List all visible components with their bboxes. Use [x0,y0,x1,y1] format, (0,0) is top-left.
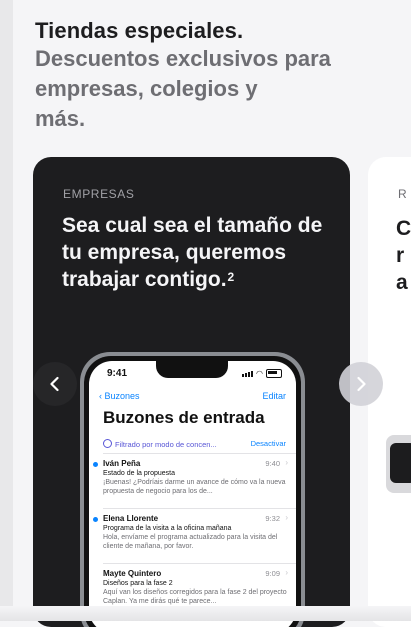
business-store-card[interactable]: EMPRESAS Sea cual sea el tamaño de tu em… [33,157,350,627]
status-icons: ◠ [242,369,282,378]
divider [103,563,296,564]
email-time: 9:32 [265,514,280,523]
signal-icon [242,370,254,377]
headline-line: a [396,271,408,294]
previous-slide-button[interactable] [33,362,77,406]
email-sender: Iván Peña [103,459,141,468]
page-bottom-edge [0,606,411,621]
email-preview: ¡Buenas! ¿Podríais darme un avance de có… [103,479,286,495]
next-slide-button[interactable] [339,362,383,406]
card-eyebrow: EMPRESAS [63,187,135,201]
chevron-left-icon [50,376,59,392]
filter-label: Filtrado por modo de concen... [103,439,217,449]
phone-notch [156,361,228,378]
back-label: Buzones [104,391,140,401]
email-preview: Aquí van los diseños corregidos para la … [103,589,287,605]
subtitle-line: Descuentos exclusivos para [35,46,331,71]
email-subject: Programa de la visita a la oficina mañan… [103,525,232,532]
email-time: 9:40 [265,459,280,468]
email-item: Mayte Quintero 9:09 › Diseños para la fa… [103,568,288,606]
battery-icon [266,369,282,378]
footnote-marker: 2 [227,270,235,284]
card-eyebrow: R [398,187,407,201]
email-item: Iván Peña 9:40 › Estado de la propuesta … [93,458,288,496]
email-time: 9:09 [265,569,280,578]
section-header: Tiendas especiales. Descuentos exclusivo… [35,18,365,134]
email-subject: Diseños para la fase 2 [103,580,173,587]
filter-text: Filtrado por modo de concen... [115,440,217,449]
filter-deactivate: Desactivar [250,439,286,448]
headline-text: trabajar contigo. [62,268,227,291]
chevron-right-icon: › [285,513,288,522]
unread-dot [93,517,98,522]
divider [103,453,296,454]
focus-icon [103,439,112,448]
card-headline: Sea cual sea el tamaño de tu empresa, qu… [62,212,332,293]
section-subtitle: Descuentos exclusivos para empresas, col… [35,44,365,134]
subtitle-line: más. [35,106,86,131]
inbox-title: Buzones de entrada [103,408,265,427]
iphone-image: 9:41 ◠ ‹ Buzones Editar Buzones de entra… [80,352,305,627]
back-link: ‹ Buzones [99,391,140,401]
apple-watch-image [386,435,411,493]
section-title: Tiendas especiales. [35,18,244,43]
focus-filter-bar: Filtrado por modo de concen... Desactiva… [103,439,286,449]
headline-line: Sea cual sea el tamaño de [62,214,323,237]
watch-face [390,443,411,483]
email-subject: Estado de la propuesta [103,470,175,477]
card-headline: C r a [396,215,411,296]
email-sender: Mayte Quintero [103,569,162,578]
chevron-right-icon [357,376,366,392]
iphone-bezel: 9:41 ◠ ‹ Buzones Editar Buzones de entra… [84,356,301,627]
phone-screen: 9:41 ◠ ‹ Buzones Editar Buzones de entra… [89,361,296,627]
headline-line: tu empresa, queremos [62,241,287,264]
email-item: Elena Llorente 9:32 › Programa de la vis… [93,513,288,551]
email-preview: Hola, envíame el programa actualizado pa… [103,534,278,550]
email-sender: Elena Llorente [103,514,159,523]
previous-card-edge [0,0,13,621]
chevron-right-icon: › [285,568,288,577]
subtitle-line: empresas, colegios y [35,76,258,101]
edit-link: Editar [262,391,286,401]
headline-line: r [396,244,405,267]
chevron-right-icon: › [285,458,288,467]
divider [103,508,296,509]
headline-line: C [396,217,411,240]
headline-line: trabajar contigo.2 [62,266,332,293]
unread-dot [93,462,98,467]
status-time: 9:41 [107,368,128,379]
wifi-icon: ◠ [256,368,263,378]
